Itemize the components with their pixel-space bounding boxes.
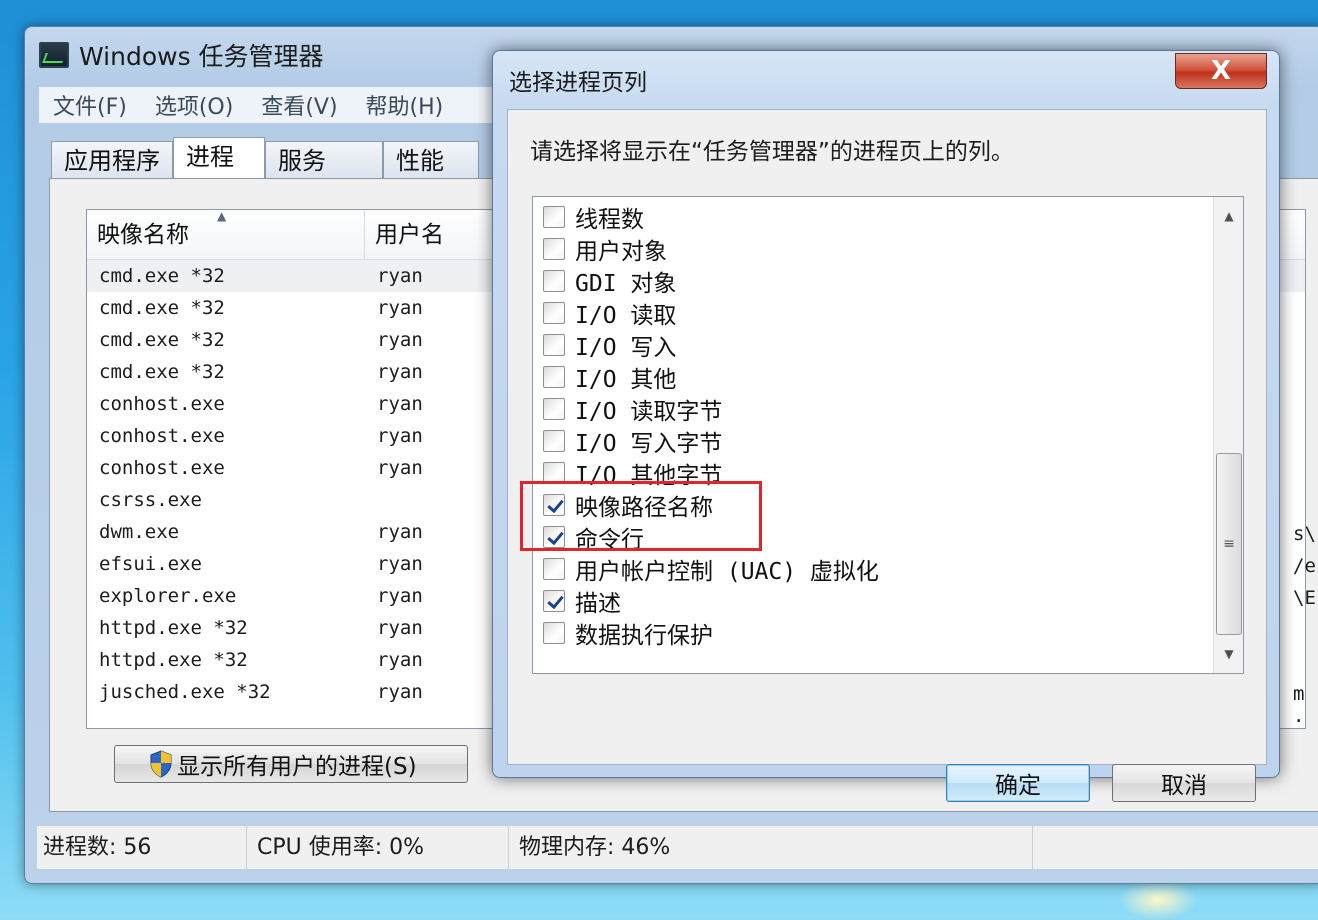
column-option-label: 数据执行保护 <box>575 623 713 649</box>
process-image-name: cmd.exe *32 <box>99 265 225 287</box>
process-image-name: explorer.exe <box>99 585 237 607</box>
menu-file[interactable]: 文件(F) <box>53 89 127 121</box>
column-checkbox-list[interactable]: 线程数用户对象 GDI 对象 I/O 读取 I/O 写入 I/O 其他 I/O 读取字节 I… <box>532 196 1244 674</box>
process-image-name: httpd.exe *32 <box>99 617 248 639</box>
cancel-button[interactable]: 取消 <box>1112 764 1256 802</box>
column-option[interactable]: 描述 <box>543 585 621 617</box>
checkbox-unchecked[interactable] <box>543 270 565 292</box>
scroll-down-arrow-icon[interactable]: ▼ <box>1214 639 1243 669</box>
column-option-label: 用户帐户控制 (UAC) 虚拟化 <box>575 559 879 585</box>
status-bar: 进程数: 56 CPU 使用率: 0% 物理内存: 46% <box>37 825 1318 870</box>
menu-help[interactable]: 帮助(H) <box>366 89 444 121</box>
checkbox-unchecked[interactable] <box>543 334 565 356</box>
task-manager-icon <box>39 42 69 68</box>
column-option-label: 命令行 <box>575 527 644 553</box>
process-image-name: conhost.exe <box>99 425 225 447</box>
dialog-prompt: 请选择将显示在“任务管理器”的进程页上的列。 <box>530 139 1014 165</box>
column-option-label: GDI 对象 <box>575 271 677 297</box>
process-image-name: httpd.exe *32 <box>99 649 248 671</box>
checkbox-unchecked[interactable] <box>543 366 565 388</box>
column-option[interactable]: I/O 读取字节 <box>543 393 722 425</box>
checkbox-checked[interactable] <box>543 590 565 612</box>
title-bar: Windows 任务管理器 <box>39 37 324 73</box>
column-option[interactable]: 映像路径名称 <box>543 489 713 521</box>
column-option-label: 线程数 <box>575 207 644 233</box>
checkbox-checked[interactable] <box>543 494 565 516</box>
checkbox-unchecked[interactable] <box>543 622 565 644</box>
menu-view[interactable]: 查看(V) <box>261 89 337 121</box>
truncated-path-text: m . <box>1293 683 1305 727</box>
column-image-name-label: 映像名称 <box>97 222 189 248</box>
column-option-label: I/O 其他字节 <box>575 463 723 489</box>
show-all-users-label: 显示所有用户的进程(S) <box>177 754 417 780</box>
column-option[interactable]: I/O 写入 <box>543 329 676 361</box>
desktop-glow <box>1118 880 1198 920</box>
vertical-scrollbar[interactable]: ▲ ≡ ▼ <box>1213 197 1243 673</box>
column-option[interactable]: 线程数 <box>543 201 644 233</box>
column-option-label: I/O 写入 <box>575 335 677 361</box>
checkbox-unchecked[interactable] <box>543 302 565 324</box>
column-option-label: 映像路径名称 <box>575 495 713 521</box>
truncated-path-text: /e. <box>1293 555 1318 577</box>
sort-ascending-icon: ▲ <box>217 209 227 223</box>
column-option[interactable]: I/O 其他 <box>543 361 676 393</box>
column-option-label: 描述 <box>575 591 621 617</box>
tab-services[interactable]: 服务 <box>265 141 383 179</box>
ok-button[interactable]: 确定 <box>946 764 1090 802</box>
process-image-name: conhost.exe <box>99 393 225 415</box>
status-cpu-usage: CPU 使用率: 0% <box>247 826 509 870</box>
process-image-name: csrss.exe <box>99 489 202 511</box>
column-option[interactable]: 命令行 <box>543 521 644 553</box>
close-button[interactable]: X <box>1175 53 1267 89</box>
process-image-name: conhost.exe <box>99 457 225 479</box>
column-option-label: I/O 写入字节 <box>575 431 723 457</box>
checkbox-unchecked[interactable] <box>543 398 565 420</box>
column-option[interactable]: 用户对象 <box>543 233 667 265</box>
column-option-label: 用户对象 <box>575 239 667 265</box>
status-memory: 物理内存: 46% <box>509 826 1033 870</box>
menu-bar: 文件(F) 选项(O) 查看(V) 帮助(H) <box>39 87 509 123</box>
window-title: Windows 任务管理器 <box>79 42 324 71</box>
checkbox-unchecked[interactable] <box>543 238 565 260</box>
tab-strip: 应用程序 进程 服务 性能 <box>51 137 479 179</box>
scroll-thumb[interactable]: ≡ <box>1216 453 1242 635</box>
tab-applications[interactable]: 应用程序 <box>51 141 173 179</box>
column-option[interactable]: I/O 其他字节 <box>543 457 722 489</box>
checkbox-unchecked[interactable] <box>543 462 565 484</box>
process-image-name: cmd.exe *32 <box>99 297 225 319</box>
column-option[interactable]: 数据执行保护 <box>543 617 713 649</box>
column-image-name[interactable]: 映像名称 ▲ <box>87 210 365 259</box>
select-columns-dialog: 选择进程页列 X 请选择将显示在“任务管理器”的进程页上的列。 线程数用户对象 G… <box>492 50 1280 802</box>
dialog-body: 请选择将显示在“任务管理器”的进程页上的列。 线程数用户对象 GDI 对象 I/O … <box>507 109 1267 802</box>
tab-performance[interactable]: 性能 <box>383 141 479 179</box>
column-option-label: I/O 读取 <box>575 303 677 329</box>
truncated-path-text: \E. <box>1293 587 1318 609</box>
process-image-name: dwm.exe <box>99 521 180 543</box>
column-option[interactable]: 用户帐户控制 (UAC) 虚拟化 <box>543 553 879 585</box>
status-process-count: 进程数: 56 <box>37 826 247 870</box>
column-option-label: I/O 其他 <box>575 367 677 393</box>
dialog-title: 选择进程页列 <box>509 70 647 96</box>
scroll-grip-icon: ≡ <box>1223 536 1235 552</box>
checkbox-unchecked[interactable] <box>543 558 565 580</box>
checkbox-checked[interactable] <box>543 526 565 548</box>
menu-options[interactable]: 选项(O) <box>155 89 233 121</box>
column-option[interactable]: I/O 写入字节 <box>543 425 722 457</box>
column-option-label: I/O 读取字节 <box>575 399 723 425</box>
tab-processes[interactable]: 进程 <box>173 137 265 179</box>
show-all-users-button[interactable]: 显示所有用户的进程(S) <box>114 745 468 783</box>
uac-shield-icon <box>149 750 173 778</box>
column-option[interactable]: I/O 读取 <box>543 297 676 329</box>
column-option[interactable]: GDI 对象 <box>543 265 676 297</box>
process-image-name: efsui.exe <box>99 553 202 575</box>
checkbox-unchecked[interactable] <box>543 430 565 452</box>
truncated-path-text: s\. <box>1293 523 1318 545</box>
process-image-name: cmd.exe *32 <box>99 329 225 351</box>
process-image-name: jusched.exe *32 <box>99 681 271 703</box>
process-image-name: cmd.exe *32 <box>99 361 225 383</box>
checkbox-unchecked[interactable] <box>543 206 565 228</box>
scroll-up-arrow-icon[interactable]: ▲ <box>1214 201 1243 231</box>
